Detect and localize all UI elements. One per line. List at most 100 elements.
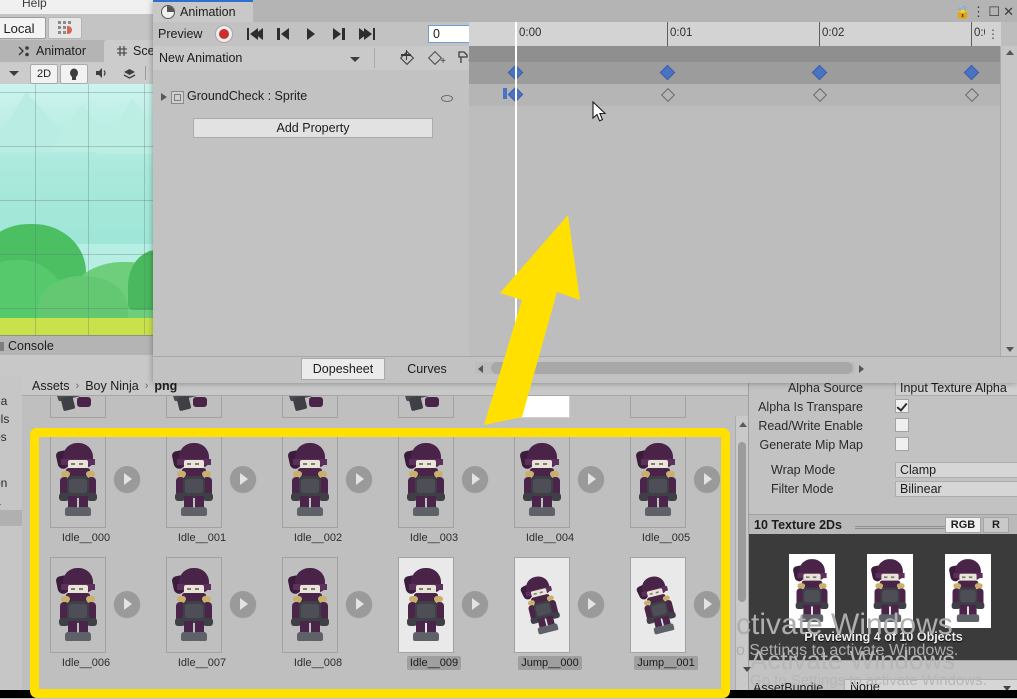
chevron-down-icon[interactable] (743, 667, 751, 672)
asset-tile[interactable]: Idle__003 (376, 432, 492, 556)
asset-tile[interactable] (260, 396, 376, 422)
folder-item-partial[interactable]: ria (0, 394, 7, 408)
prev-frame-icon[interactable] (269, 25, 297, 43)
filter-mode-dropdown[interactable]: Bilinear (895, 481, 1017, 497)
preview-label[interactable]: Preview (158, 27, 202, 41)
scroll-down-arrow[interactable] (1006, 347, 1014, 352)
play-sprite-button[interactable] (346, 466, 372, 492)
keyframe-marker[interactable] (964, 87, 980, 103)
project-folder-tree[interactable]: ria els bs on a (0, 376, 23, 698)
asset-tile[interactable]: Jump__000 (492, 557, 608, 681)
play-sprite-button[interactable] (694, 466, 720, 492)
kebab-menu-icon[interactable]: ⋮ (985, 22, 1001, 46)
scroll-right-arrow[interactable] (859, 365, 864, 373)
add-keyframe-icon[interactable] (393, 48, 420, 68)
scroll-up-arrow[interactable] (739, 422, 747, 427)
project-asset-grid[interactable]: Idle__000 Idle__001 Idle__002 Idle__003 Idle… (22, 396, 748, 698)
timeline-playhead[interactable] (515, 22, 517, 356)
property-row-groundcheck-sprite[interactable]: GroundCheck : Sprite (153, 86, 469, 108)
keyframe-marker[interactable] (812, 87, 828, 103)
folder-item-partial[interactable]: on (0, 476, 7, 490)
kebab-menu-icon[interactable]: ⋮ (972, 4, 985, 20)
folder-item-partial[interactable]: a (0, 494, 1, 508)
play-sprite-button[interactable] (114, 466, 140, 492)
tab-animator[interactable]: Animator (6, 40, 99, 62)
eye-icon[interactable] (441, 95, 453, 102)
texture-preview-area[interactable]: Previewing 4 of 10 Objects (749, 534, 1017, 660)
asset-tile[interactable]: Idle__002 (260, 432, 376, 556)
animation-timeline[interactable]: 0:00 0:01 0:02 0:03 ⋮ (469, 22, 1017, 356)
play-sprite-button[interactable] (462, 466, 488, 492)
play-sprite-button[interactable] (578, 466, 604, 492)
breadcrumb-boy-ninja[interactable]: Boy Ninja (85, 379, 139, 393)
chevron-down-icon[interactable] (2, 64, 26, 82)
add-keyframe-plus-icon[interactable]: + (421, 48, 448, 68)
scroll-up-arrow[interactable] (1006, 50, 1014, 55)
last-frame-icon[interactable] (353, 25, 381, 43)
scrollbar-thumb[interactable] (738, 442, 746, 602)
asset-tile[interactable]: Idle__005 (608, 432, 724, 556)
add-property-button[interactable]: Add Property (193, 118, 433, 138)
record-icon[interactable] (215, 25, 233, 43)
play-sprite-button[interactable] (230, 591, 256, 617)
folder-item-partial[interactable]: bs (0, 430, 7, 444)
next-frame-icon[interactable] (325, 25, 353, 43)
timeline-empty-body[interactable] (469, 106, 1001, 356)
lock-icon[interactable]: 🔒 (955, 4, 971, 20)
scrollbar-thumb[interactable] (491, 362, 853, 374)
channel-r-button[interactable]: R (983, 517, 1009, 533)
timeline-vertical-scrollbar[interactable] (1000, 46, 1017, 356)
maximize-icon[interactable]: ☐ (988, 4, 1000, 20)
triangle-right-icon[interactable] (161, 93, 167, 101)
breadcrumb-assets[interactable]: Assets (32, 379, 70, 393)
read-write-enabled-checkbox[interactable] (895, 418, 909, 432)
timeline-ruler[interactable]: 0:00 0:01 0:02 0:03 ⋮ (469, 22, 1001, 47)
play-sprite-button[interactable] (462, 591, 488, 617)
keyframe-marker[interactable] (659, 64, 676, 81)
close-icon[interactable]: ✕ (1003, 4, 1014, 20)
keyframe-marker[interactable] (660, 87, 676, 103)
alpha-is-transparent-checkbox[interactable] (895, 399, 909, 413)
asset-tile[interactable] (608, 396, 724, 422)
tab-console[interactable]: Console (0, 335, 157, 357)
project-grid-scrollbar[interactable] (735, 416, 748, 698)
play-sprite-button[interactable] (346, 591, 372, 617)
asset-tile[interactable]: Idle__001 (144, 432, 260, 556)
tab-animation[interactable]: Animation (153, 0, 253, 22)
tab-dopesheet[interactable]: Dopesheet (301, 358, 385, 380)
asset-tile[interactable]: Idle__000 (28, 432, 144, 556)
wrap-mode-dropdown[interactable]: Clamp (895, 462, 1017, 478)
first-frame-icon[interactable] (241, 25, 269, 43)
folder-item-partial[interactable]: els (0, 412, 9, 426)
asset-tile[interactable]: Idle__009 (376, 557, 492, 681)
asset-tile[interactable] (492, 396, 608, 422)
clip-dropdown[interactable]: New Animation (153, 48, 369, 68)
toggle-2d[interactable]: 2D (30, 64, 58, 84)
play-icon[interactable] (297, 25, 325, 43)
handle-space-toggle[interactable]: Local (0, 17, 46, 39)
play-sprite-button[interactable] (230, 466, 256, 492)
asset-tile[interactable]: Idle__006 (28, 557, 144, 681)
asset-tile[interactable] (144, 396, 260, 422)
play-sprite-button[interactable] (694, 591, 720, 617)
channel-rgb-button[interactable]: RGB (945, 517, 981, 533)
asset-tile[interactable] (28, 396, 144, 422)
effects-icon[interactable] (116, 64, 142, 82)
keyframe-marker[interactable] (963, 64, 980, 81)
keyframe-marker[interactable] (811, 64, 828, 81)
tab-curves[interactable]: Curves (385, 358, 469, 380)
timeline-property-row[interactable] (469, 84, 1001, 107)
asset-tile[interactable]: Jump__001 (608, 557, 724, 681)
scene-view[interactable] (0, 84, 157, 335)
audio-icon[interactable] (90, 64, 114, 82)
menu-item-help[interactable]: Help (22, 0, 47, 10)
grid-snap-icon[interactable] (48, 17, 82, 39)
play-sprite-button[interactable] (114, 591, 140, 617)
play-sprite-button[interactable] (578, 591, 604, 617)
light-bulb-icon[interactable] (60, 64, 88, 84)
asset-tile[interactable]: Idle__007 (144, 557, 260, 681)
generate-mip-map-checkbox[interactable] (895, 437, 909, 451)
asset-tile[interactable]: Idle__008 (260, 557, 376, 681)
scroll-left-arrow[interactable] (478, 365, 483, 373)
asset-tile[interactable]: Idle__004 (492, 432, 608, 556)
